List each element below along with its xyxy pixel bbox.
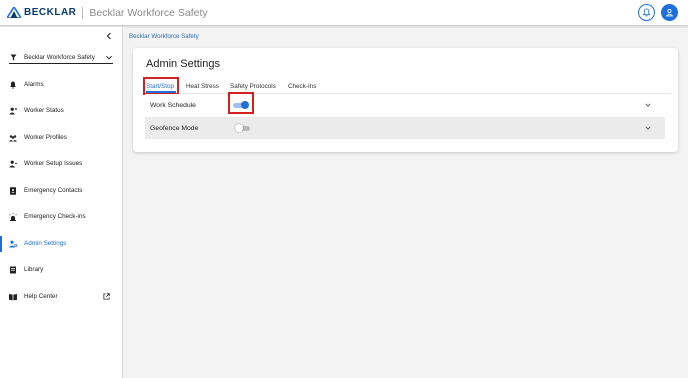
bell-icon — [10, 81, 16, 89]
sidebar-item-label: Worker Setup Issues — [24, 160, 83, 167]
tab-heat-stress[interactable]: Heat Stress — [186, 78, 219, 94]
siren-icon — [9, 213, 17, 221]
header-divider — [82, 6, 84, 19]
user-icon — [665, 8, 674, 17]
tab-check-ins[interactable]: Check-Ins — [288, 78, 316, 94]
sidebar-item-emergency-check-ins[interactable]: Emergency Check-ins — [0, 209, 122, 225]
sidebar-item-label: Alarms — [24, 81, 44, 88]
breadcrumb[interactable]: Becklar Workforce Safety — [129, 33, 199, 40]
tab-label: Heat Stress — [186, 82, 219, 90]
logo-mark-icon — [7, 7, 21, 18]
sidebar-item-alarms[interactable]: Alarms — [0, 77, 122, 93]
sidebar-item-label: Emergency Contacts — [24, 187, 83, 194]
sidebar-item-worker-status[interactable]: Worker Status — [0, 103, 122, 119]
geofence-mode-label: Geofence Mode — [150, 124, 199, 132]
work-schedule-row[interactable]: Work Schedule — [145, 92, 665, 116]
geofence-mode-toggle[interactable] — [235, 124, 251, 132]
sidebar-item-label: Admin Settings — [24, 240, 67, 247]
bell-icon — [642, 8, 651, 17]
toggle-knob — [235, 124, 243, 132]
person-alert-icon — [9, 160, 17, 168]
sidebar-item-emergency-contacts[interactable]: Emergency Contacts — [0, 183, 122, 199]
people-icon — [9, 135, 17, 142]
chevron-down-icon[interactable] — [645, 102, 651, 108]
sidebar-item-label: Emergency Check-ins — [24, 213, 86, 220]
tab-start-stop-highlight — [143, 77, 179, 95]
sidebar-item-label: Worker Status — [24, 107, 64, 114]
chevron-left-icon — [106, 32, 111, 40]
sidebar-item-library[interactable]: Library — [0, 262, 122, 278]
sidebar-item-label: Worker Profiles — [24, 134, 67, 141]
chevron-down-icon — [106, 55, 112, 60]
sidebar-item-label: Help Center — [24, 293, 58, 300]
library-icon — [10, 266, 16, 274]
top-bar: BECKLAR Becklar Workforce Safety — [0, 0, 688, 26]
collapse-sidebar-button[interactable] — [105, 32, 115, 42]
external-link-icon — [103, 293, 110, 300]
work-schedule-toggle-highlight — [228, 92, 254, 114]
workspace-select-label: Becklar Workforce Safety — [24, 54, 95, 61]
sidebar-item-label: Library — [24, 266, 44, 273]
sidebar-item-worker-setup-issues[interactable]: Worker Setup Issues — [0, 156, 122, 172]
admin-icon — [9, 240, 17, 248]
sidebar-item-worker-profiles[interactable]: Worker Profiles — [0, 130, 122, 146]
sidebar: Becklar Workforce Safety Alarms Worker S… — [0, 27, 123, 378]
tab-label: Check-Ins — [288, 82, 317, 90]
geofence-mode-row[interactable]: Geofence Mode — [145, 117, 665, 139]
person-icon — [9, 107, 17, 115]
workspace-select[interactable]: Becklar Workforce Safety — [9, 52, 113, 64]
work-schedule-label: Work Schedule — [150, 101, 196, 109]
chevron-down-icon[interactable] — [645, 125, 651, 131]
brand-name: BECKLAR — [24, 7, 77, 18]
settings-tabs: Start/Stop Heat Stress Safety Protocols … — [141, 77, 671, 95]
user-menu-button[interactable] — [661, 4, 678, 21]
sidebar-item-help-center[interactable]: Help Center — [0, 289, 122, 305]
sidebar-item-admin-settings[interactable]: Admin Settings — [0, 236, 122, 252]
page-title: Admin Settings — [146, 58, 220, 70]
notifications-button[interactable] — [638, 4, 655, 21]
filter-icon — [10, 54, 17, 61]
becklar-logo[interactable]: BECKLAR — [7, 7, 76, 18]
contact-book-icon — [10, 187, 16, 195]
book-open-icon — [9, 294, 17, 301]
app-title: Becklar Workforce Safety — [89, 6, 208, 19]
admin-settings-card: Admin Settings Start/Stop Heat Stress Sa… — [133, 48, 678, 152]
tab-label: Safety Protocols — [230, 82, 276, 90]
